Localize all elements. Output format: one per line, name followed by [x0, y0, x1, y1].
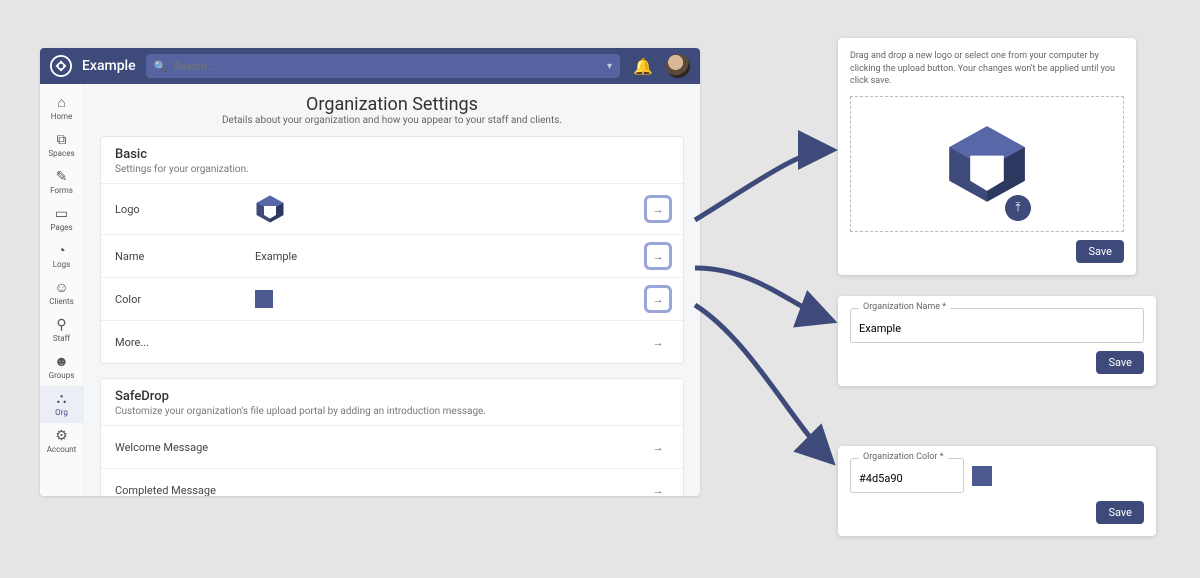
nav-pages[interactable]: ▭Pages	[40, 201, 83, 238]
row-welcome[interactable]: Welcome Message →	[101, 425, 683, 468]
main-content: Organization Settings Details about your…	[84, 84, 700, 496]
basic-title: Basic	[115, 147, 669, 162]
search-icon: 🔍	[154, 60, 168, 73]
page-subtitle: Details about your organization and how …	[100, 115, 684, 126]
search-input[interactable]: 🔍 ▾	[146, 54, 620, 78]
chevron-down-icon: ▾	[607, 61, 612, 72]
popout-color: Organization Color * Save	[838, 446, 1156, 536]
row-color[interactable]: Color →	[101, 277, 683, 320]
org-logo-icon	[255, 194, 285, 224]
row-logo[interactable]: Logo →	[101, 183, 683, 234]
page-title: Organization Settings	[100, 94, 684, 115]
brand-name: Example	[82, 58, 136, 74]
save-button[interactable]: Save	[1096, 351, 1144, 374]
clients-icon: ☺	[54, 281, 68, 295]
save-button[interactable]: Save	[1076, 240, 1124, 263]
logo-hint: Drag and drop a new logo or select one f…	[850, 50, 1124, 88]
org-color-input[interactable]	[859, 472, 955, 485]
arrow-right-icon[interactable]: →	[647, 436, 669, 458]
color-swatch[interactable]	[972, 466, 992, 486]
spaces-icon: ⧉	[57, 133, 67, 147]
logo-dropzone[interactable]: ⤒	[850, 96, 1124, 232]
avatar[interactable]	[666, 54, 690, 78]
pages-icon: ▭	[55, 207, 68, 221]
arrow-right-icon[interactable]: →	[647, 245, 669, 267]
arrow-right-icon[interactable]: →	[647, 479, 669, 496]
nav-account[interactable]: ⚙Account	[40, 423, 83, 460]
groups-icon: ☻	[54, 355, 69, 369]
safedrop-card: SafeDrop Customize your organization's f…	[100, 378, 684, 496]
org-name-field[interactable]: Organization Name *	[850, 308, 1144, 343]
org-logo-icon	[945, 122, 1029, 206]
nav-staff[interactable]: ⚲Staff	[40, 312, 83, 349]
org-icon: ⛬	[57, 392, 67, 406]
home-icon: ⌂	[57, 96, 65, 110]
save-button[interactable]: Save	[1096, 501, 1144, 524]
color-swatch	[255, 290, 273, 308]
topbar: Example 🔍 ▾ 🔔	[40, 48, 700, 84]
forms-icon: ✎	[56, 170, 68, 184]
popout-name: Organization Name * Save	[838, 296, 1156, 386]
row-name[interactable]: Name Example →	[101, 234, 683, 277]
nav-home[interactable]: ⌂Home	[40, 90, 83, 127]
popout-logo: Drag and drop a new logo or select one f…	[838, 38, 1136, 275]
account-icon: ⚙	[55, 429, 68, 443]
row-more[interactable]: More... →	[101, 320, 683, 363]
nav-logs[interactable]: ◔Logs	[40, 238, 83, 275]
basic-subtitle: Settings for your organization.	[115, 164, 669, 175]
arrow-right-icon[interactable]: →	[647, 288, 669, 310]
brand-logo-icon	[50, 55, 72, 77]
notifications-icon[interactable]: 🔔	[630, 57, 656, 76]
nav-org[interactable]: ⛬Org	[40, 386, 83, 423]
arrow-right-icon[interactable]: →	[647, 198, 669, 220]
nav-forms[interactable]: ✎Forms	[40, 164, 83, 201]
upload-icon: ⤒	[1015, 200, 1020, 215]
nav-clients[interactable]: ☺Clients	[40, 275, 83, 312]
org-name-input[interactable]	[859, 322, 1135, 335]
staff-icon: ⚲	[56, 318, 66, 332]
nav-spaces[interactable]: ⧉Spaces	[40, 127, 83, 164]
upload-button[interactable]: ⤒	[1005, 195, 1031, 221]
search-field[interactable]	[173, 60, 601, 73]
nav-groups[interactable]: ☻Groups	[40, 349, 83, 386]
app-window: Example 🔍 ▾ 🔔 ⌂Home ⧉Spaces ✎Forms ▭Page…	[40, 48, 700, 496]
logs-icon: ◔	[57, 244, 65, 258]
arrow-right-icon[interactable]: →	[647, 331, 669, 353]
row-completed[interactable]: Completed Message →	[101, 468, 683, 496]
safedrop-title: SafeDrop	[115, 389, 669, 404]
safedrop-subtitle: Customize your organization's file uploa…	[115, 406, 669, 417]
basic-card: Basic Settings for your organization. Lo…	[100, 136, 684, 364]
side-nav: ⌂Home ⧉Spaces ✎Forms ▭Pages ◔Logs ☺Clien…	[40, 84, 84, 496]
org-color-field[interactable]: Organization Color *	[850, 458, 964, 493]
